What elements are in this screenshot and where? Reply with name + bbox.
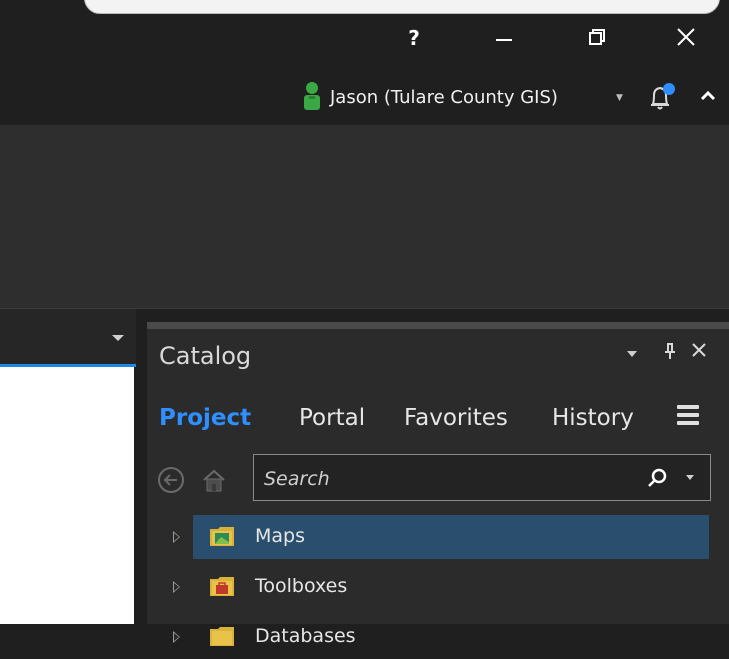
- search-box[interactable]: [253, 454, 711, 502]
- expand-icon[interactable]: [173, 581, 180, 593]
- user-name[interactable]: Jason (Tulare County GIS): [330, 87, 558, 108]
- collapsed-popup-handle[interactable]: [84, 0, 720, 14]
- expand-icon[interactable]: [173, 531, 180, 543]
- tree-item-databases[interactable]: Databases: [173, 615, 709, 659]
- tab-favorites[interactable]: Favorites: [404, 405, 508, 431]
- expand-icon[interactable]: [173, 631, 180, 643]
- database-folder-icon: [210, 627, 234, 646]
- pane-title: Catalog: [159, 342, 252, 370]
- search-input[interactable]: [254, 455, 646, 502]
- tab-history[interactable]: History: [552, 405, 634, 431]
- tree-item-label: Databases: [255, 625, 356, 647]
- pane-options-icon[interactable]: [627, 351, 637, 357]
- tree-item-label: Maps: [255, 525, 305, 547]
- menu-icon[interactable]: [677, 405, 699, 425]
- search-icon[interactable]: [646, 467, 668, 489]
- maps-folder-icon: [210, 527, 234, 546]
- minimize-icon: [496, 39, 512, 41]
- restore-button[interactable]: [576, 23, 616, 53]
- back-arrow-icon[interactable]: [157, 466, 185, 494]
- catalog-pane: Catalog Project Portal Favorites History: [147, 322, 729, 647]
- tab-project[interactable]: Project: [159, 405, 251, 431]
- home-icon[interactable]: [200, 466, 228, 494]
- user-icon: [304, 82, 320, 110]
- close-icon: [677, 28, 695, 46]
- view-dropdown-icon[interactable]: [112, 335, 124, 341]
- toolbox-folder-icon: [210, 577, 234, 596]
- ribbon: [0, 125, 729, 309]
- tree-item-maps[interactable]: Maps: [173, 515, 709, 559]
- minimize-button[interactable]: [484, 23, 524, 53]
- notification-bell-icon[interactable]: [645, 81, 679, 113]
- close-button[interactable]: [666, 23, 706, 53]
- title-bar: ?: [0, 0, 729, 69]
- search-options-icon[interactable]: [686, 475, 694, 480]
- tab-portal[interactable]: Portal: [299, 405, 365, 431]
- pin-icon[interactable]: [662, 341, 678, 361]
- restore-icon: [589, 29, 605, 45]
- chevron-down-icon[interactable]: ▼: [616, 93, 623, 103]
- user-bar: Jason (Tulare County GIS) ▼: [0, 69, 729, 125]
- tree-item-label: Toolboxes: [255, 575, 348, 597]
- close-pane-icon[interactable]: [690, 341, 708, 359]
- tree-item-toolboxes[interactable]: Toolboxes: [173, 565, 709, 609]
- help-button[interactable]: ?: [394, 23, 434, 53]
- map-view[interactable]: [0, 367, 134, 624]
- chevron-up-icon[interactable]: [697, 85, 719, 107]
